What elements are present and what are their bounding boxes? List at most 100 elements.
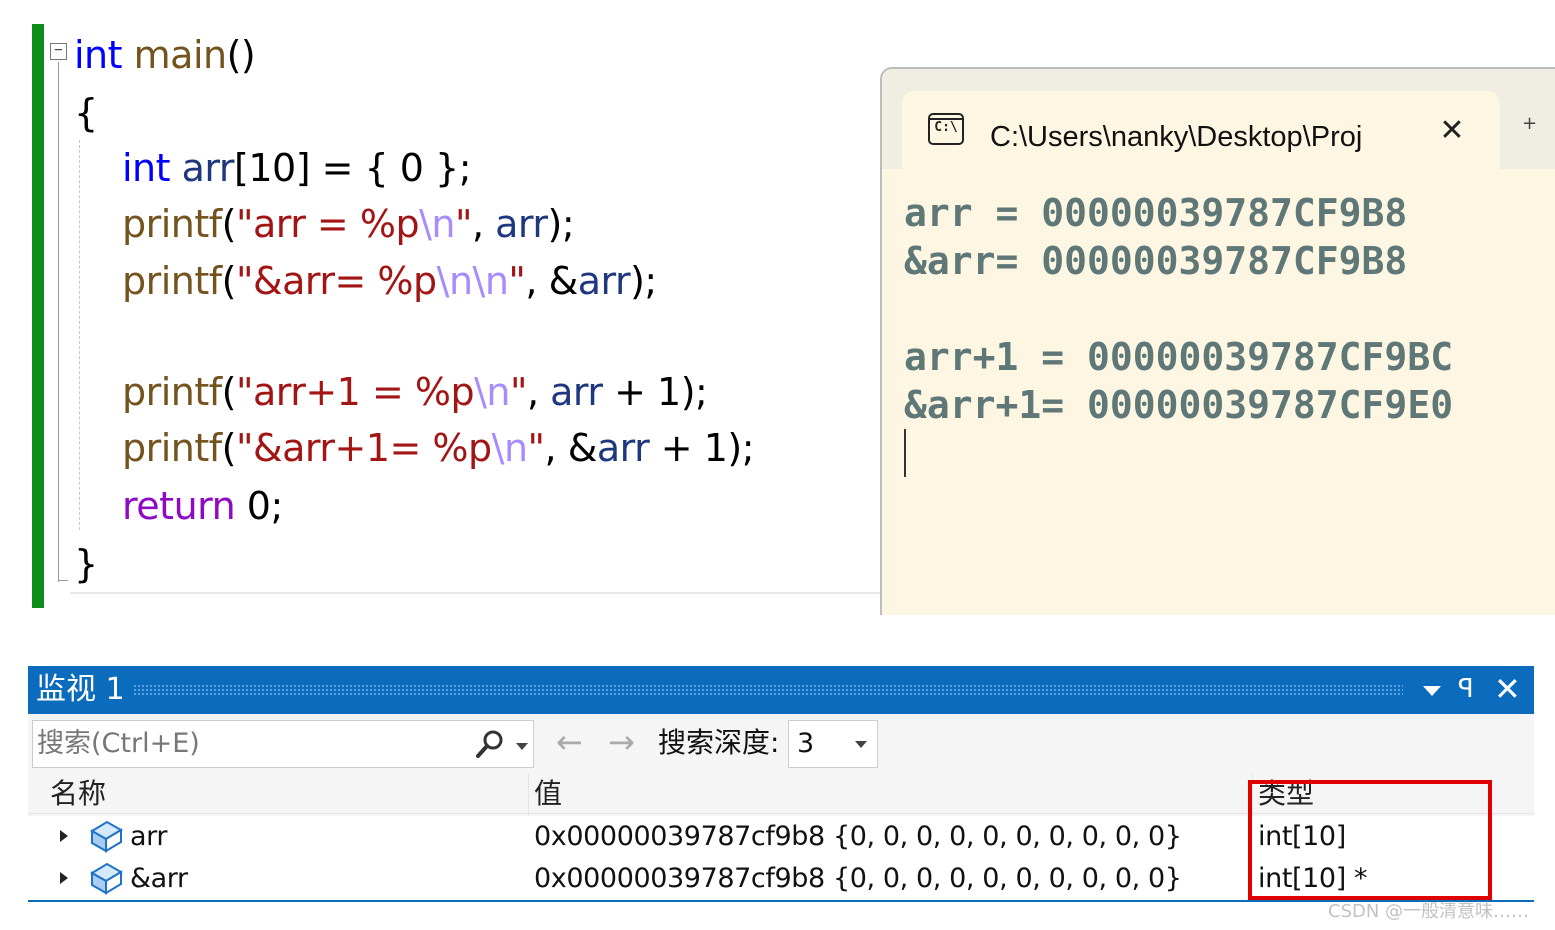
search-input[interactable] bbox=[37, 725, 457, 763]
highlight-annotation-box bbox=[1248, 780, 1492, 900]
watch-title: 监视 1 bbox=[36, 672, 125, 707]
window-menu-icon[interactable] bbox=[1423, 686, 1441, 696]
variable: arr bbox=[181, 146, 235, 190]
console-titlebar: C:\ C:\Users\nanky\Desktop\Proj ✕ + bbox=[882, 69, 1555, 169]
console-output-line: &arr= 00000039787CF9B8 bbox=[904, 239, 1408, 283]
watch-value-cell[interactable]: 0x00000039787cf9b8 {0, 0, 0, 0, 0, 0, 0,… bbox=[534, 818, 1182, 856]
punctuation: ( bbox=[221, 370, 237, 414]
keyword: int bbox=[122, 146, 171, 190]
back-arrow-icon[interactable]: ← bbox=[556, 722, 583, 762]
string-literal: "&arr= bbox=[236, 259, 378, 303]
punctuation: , & bbox=[525, 259, 578, 303]
console-output-line: arr+1 = 00000039787CF9BC bbox=[904, 335, 1454, 379]
search-icon[interactable] bbox=[475, 729, 505, 759]
format-specifier: %p bbox=[359, 202, 420, 246]
watch-name-cell: arr bbox=[130, 821, 168, 852]
expand-icon[interactable] bbox=[60, 830, 68, 842]
collapse-icon[interactable]: − bbox=[50, 43, 67, 60]
chevron-down-icon[interactable] bbox=[516, 743, 528, 750]
code-line-9[interactable]: } bbox=[74, 539, 98, 589]
watch-titlebar[interactable]: 监视 1 ꟼ ✕ bbox=[28, 666, 1534, 714]
column-header-value[interactable]: 值 bbox=[534, 776, 562, 812]
code-editor[interactable]: − int main() { int arr[10] = { 0 }; prin… bbox=[0, 0, 900, 615]
string-literal: "arr+1 = bbox=[236, 370, 415, 414]
code-text: [10] = { 0 }; bbox=[234, 146, 472, 190]
watermark: CSDN @一般清意味…… bbox=[1328, 901, 1530, 922]
string-literal: " bbox=[527, 426, 545, 470]
pin-icon[interactable]: ꟼ bbox=[1458, 670, 1474, 708]
code-line-8[interactable]: return 0; bbox=[122, 481, 283, 531]
terminal-icon: C:\ bbox=[928, 113, 964, 145]
punctuation: + 1); bbox=[602, 370, 708, 414]
string-literal: "&arr+1= bbox=[236, 426, 433, 470]
punctuation: + 1); bbox=[649, 426, 755, 470]
watch-bottom-border bbox=[28, 900, 1534, 902]
code-line-2[interactable]: { bbox=[74, 88, 98, 138]
keyword: int bbox=[74, 33, 123, 77]
code-line-3[interactable]: int arr[10] = { 0 }; bbox=[122, 143, 472, 193]
watch-value-cell[interactable]: 0x00000039787cf9b8 {0, 0, 0, 0, 0, 0, 0,… bbox=[534, 860, 1182, 898]
drag-grip[interactable] bbox=[133, 684, 1403, 696]
variable: arr bbox=[577, 259, 631, 303]
chevron-down-icon[interactable] bbox=[855, 741, 867, 748]
variable: arr bbox=[596, 426, 650, 470]
code-text: 0; bbox=[235, 484, 283, 528]
function-name: printf bbox=[122, 202, 222, 246]
punctuation: ); bbox=[630, 259, 657, 303]
punctuation: , & bbox=[544, 426, 598, 470]
escape-sequence: \n bbox=[491, 426, 528, 470]
format-specifier: %p bbox=[414, 370, 475, 414]
code-line-7[interactable]: printf("&arr+1= %p\n", &arr + 1); bbox=[122, 423, 755, 473]
code-line-1[interactable]: int main() bbox=[74, 30, 256, 80]
console-window[interactable]: C:\ C:\Users\nanky\Desktop\Proj ✕ + arr … bbox=[880, 67, 1555, 615]
editor-scroll-edge bbox=[70, 592, 885, 594]
fold-guide bbox=[58, 62, 59, 582]
variable-icon bbox=[90, 862, 123, 895]
code-line-4[interactable]: printf("arr = %p\n", arr); bbox=[122, 199, 575, 249]
punctuation: , bbox=[526, 370, 551, 414]
indent-guide bbox=[79, 140, 80, 530]
function-name: printf bbox=[122, 259, 222, 303]
code-line-6[interactable]: printf("arr+1 = %p\n", arr + 1); bbox=[122, 367, 708, 417]
function-name: main bbox=[133, 33, 227, 77]
escape-sequence: \n bbox=[474, 370, 510, 414]
search-depth-select[interactable]: 3 bbox=[788, 720, 878, 768]
brace: { bbox=[74, 91, 98, 135]
variable: arr bbox=[495, 202, 548, 246]
search-box[interactable] bbox=[32, 720, 534, 768]
column-header-name[interactable]: 名称 bbox=[50, 776, 106, 812]
format-specifier: %p bbox=[432, 426, 492, 470]
close-tab-icon[interactable]: ✕ bbox=[1432, 111, 1472, 151]
code-line-5[interactable]: printf("&arr= %p\n\n", &arr); bbox=[122, 256, 657, 306]
watch-toolbar: ← → 搜索深度: 3 bbox=[28, 714, 1534, 774]
new-tab-icon[interactable]: + bbox=[1522, 114, 1537, 134]
function-name: printf bbox=[122, 426, 222, 470]
punctuation: () bbox=[226, 33, 256, 77]
string-literal: "arr = bbox=[236, 202, 360, 246]
punctuation: ( bbox=[221, 426, 237, 470]
console-tab[interactable]: C:\ C:\Users\nanky\Desktop\Proj ✕ bbox=[902, 91, 1500, 169]
close-icon[interactable]: ✕ bbox=[1494, 669, 1521, 709]
console-output-line: &arr+1= 00000039787CF9E0 bbox=[904, 383, 1454, 427]
text-cursor bbox=[904, 429, 906, 477]
expand-icon[interactable] bbox=[60, 872, 68, 884]
keyword: return bbox=[122, 484, 236, 528]
punctuation: ( bbox=[221, 202, 237, 246]
change-tracking-bar bbox=[32, 24, 44, 608]
escape-sequence: \n bbox=[419, 202, 455, 246]
punctuation: ); bbox=[547, 202, 575, 246]
punctuation: , bbox=[471, 202, 496, 246]
search-depth-label: 搜索深度: bbox=[658, 726, 780, 759]
console-output-line: arr = 00000039787CF9B8 bbox=[904, 191, 1408, 235]
console-output: arr = 00000039787CF9B8 &arr= 00000039787… bbox=[904, 189, 1453, 477]
escape-sequence: \n\n bbox=[436, 259, 509, 303]
punctuation: ( bbox=[221, 259, 237, 303]
search-depth-value: 3 bbox=[797, 728, 815, 759]
string-literal: " bbox=[509, 370, 527, 414]
fold-guide-end bbox=[58, 580, 68, 581]
format-specifier: %p bbox=[377, 259, 437, 303]
console-tab-title: C:\Users\nanky\Desktop\Proj bbox=[990, 121, 1363, 153]
string-literal: " bbox=[508, 259, 526, 303]
forward-arrow-icon[interactable]: → bbox=[608, 722, 635, 762]
